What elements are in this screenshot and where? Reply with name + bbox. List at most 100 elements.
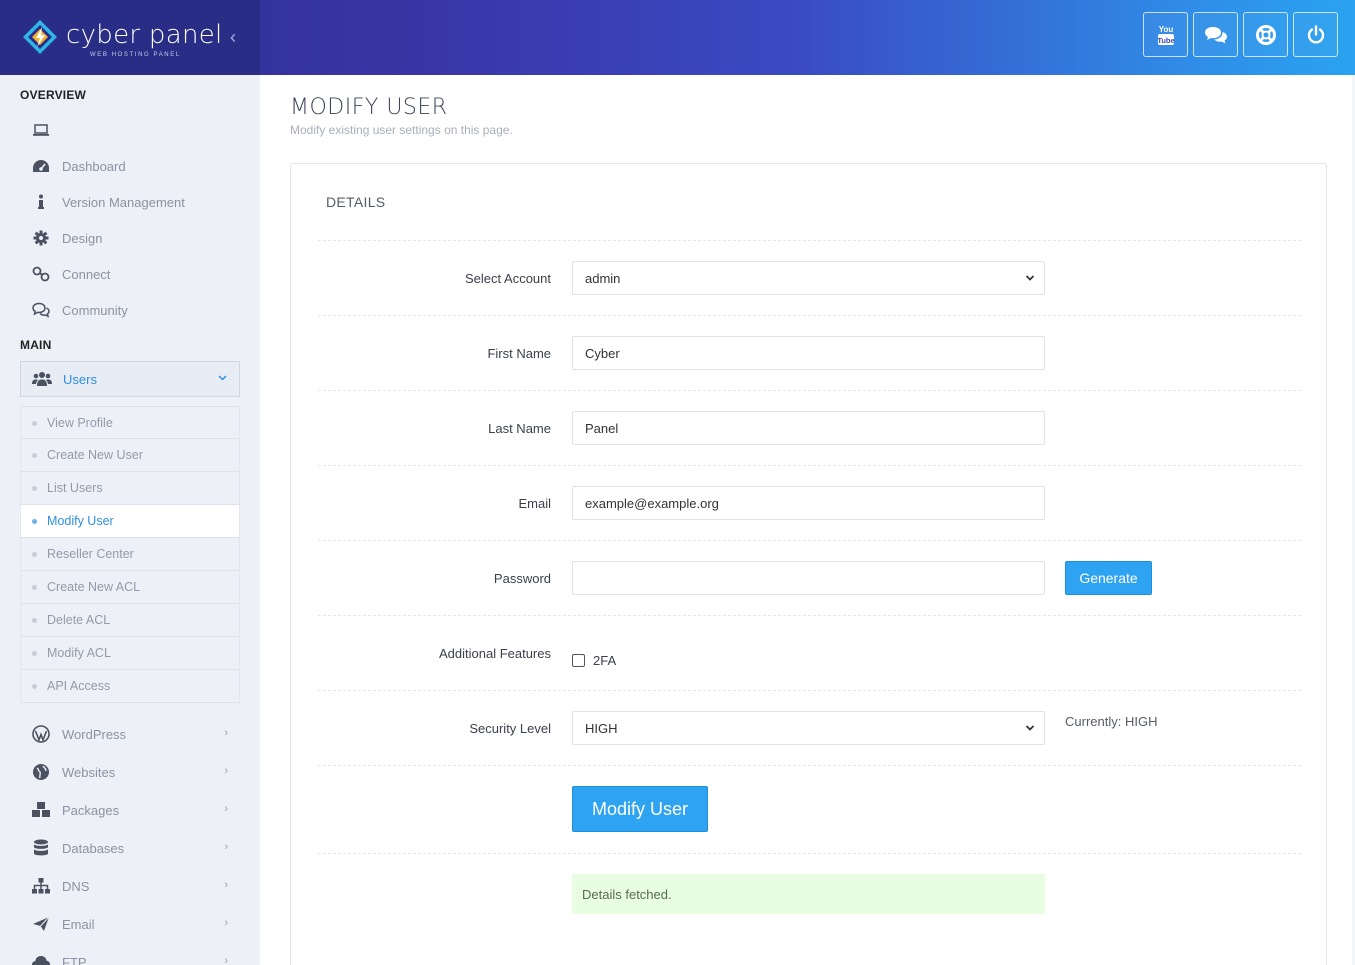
email-value: example@example.org <box>585 495 719 511</box>
email-input[interactable]: example@example.org <box>572 486 1045 520</box>
page-description: Modify existing user settings on this pa… <box>290 123 513 137</box>
current-security-level: Currently: HIGH <box>1065 714 1158 729</box>
chat-icon <box>1204 26 1227 43</box>
sidebar-item-connect[interactable]: Connect <box>20 256 240 292</box>
sidebar-item-packages[interactable]: Packages › <box>20 792 240 828</box>
submenu-item-list-users[interactable]: List Users <box>20 472 240 505</box>
sidebar-item-dashboard[interactable]: Dashboard <box>20 148 240 184</box>
submenu-item-modify-acl[interactable]: Modify ACL <box>20 637 240 670</box>
select-account-value: admin <box>585 270 621 286</box>
sidebar-item-label: Version Management <box>62 194 185 210</box>
globe-icon <box>20 763 62 781</box>
chevron-down-icon <box>218 372 227 384</box>
chat-button[interactable] <box>1193 12 1238 57</box>
divider <box>318 540 1301 541</box>
submenu-item-create-new-acl[interactable]: Create New ACL <box>20 571 240 604</box>
divider <box>318 315 1301 316</box>
twofa-checkbox[interactable] <box>572 654 585 667</box>
twofa-option[interactable]: 2FA <box>572 653 616 668</box>
sitemap-icon <box>20 878 62 894</box>
first-name-input[interactable]: Cyber <box>572 336 1045 370</box>
dashboard-icon <box>20 158 62 174</box>
sidebar-item-label: Community <box>62 302 128 318</box>
sidebar-item-databases[interactable]: Databases › <box>20 830 240 866</box>
sidebar-item-label: Email <box>62 916 95 932</box>
sidebar-item-design[interactable]: Design <box>20 220 240 256</box>
svg-text:You: You <box>1158 25 1173 34</box>
sidebar-item-label: Databases <box>62 840 125 856</box>
brand-tagline: WEB HOSTING PANEL <box>90 52 181 58</box>
sidebar-item-label: DNS <box>62 878 90 894</box>
gear-icon <box>20 230 62 246</box>
logo-area: cyber panel WEB HOSTING PANEL ‹ <box>0 0 260 75</box>
divider <box>318 765 1301 766</box>
sidebar-item-wordpress[interactable]: WordPress › <box>20 716 240 752</box>
divider <box>318 690 1301 691</box>
last-name-input[interactable]: Panel <box>572 411 1045 445</box>
status-message: Details fetched. <box>572 874 1045 914</box>
select-account-dropdown[interactable]: admin <box>572 261 1045 295</box>
generate-password-button[interactable]: Generate <box>1065 561 1152 595</box>
twofa-label: 2FA <box>593 653 617 668</box>
sidebar-item-version-management[interactable]: Version Management <box>20 184 240 220</box>
chevron-right-icon: › <box>224 955 228 965</box>
sidebar-item-ftp[interactable]: FTP › <box>20 944 240 965</box>
logout-button[interactable] <box>1293 12 1338 57</box>
chevron-right-icon: › <box>224 765 228 777</box>
brand-name: cyber panel <box>66 20 223 50</box>
security-level-dropdown[interactable]: HIGH <box>572 711 1045 745</box>
chat-icon <box>20 302 62 318</box>
divider <box>318 465 1301 466</box>
sidebar-item-home[interactable] <box>20 112 240 148</box>
sidebar-item-websites[interactable]: Websites › <box>20 754 240 790</box>
chevron-down-icon <box>1025 275 1035 281</box>
security-level-label: Security Level <box>469 721 551 736</box>
sidebar-item-email[interactable]: Email › <box>20 906 240 942</box>
sidebar-collapse-button[interactable]: ‹ <box>230 27 236 48</box>
youtube-button[interactable]: You Tube <box>1143 12 1188 57</box>
overview-section-title: OVERVIEW <box>20 88 87 102</box>
details-panel: DETAILS Select Account admin First Name … <box>290 163 1327 965</box>
submenu-item-view-profile[interactable]: View Profile <box>20 406 240 439</box>
top-bar: cyber panel WEB HOSTING PANEL ‹ You Tube <box>0 0 1355 75</box>
first-name-label: First Name <box>487 346 551 361</box>
users-submenu: View Profile Create New User List Users … <box>20 406 240 703</box>
svg-text:Tube: Tube <box>1157 36 1174 45</box>
link-icon <box>20 266 62 282</box>
support-button[interactable] <box>1243 12 1288 57</box>
chevron-right-icon: › <box>224 917 228 929</box>
sidebar-item-community[interactable]: Community <box>20 292 240 328</box>
password-input[interactable] <box>572 561 1045 595</box>
main-section-title: MAIN <box>20 338 52 352</box>
sidebar-item-label: Packages <box>62 802 120 818</box>
modify-user-button[interactable]: Modify User <box>572 786 708 832</box>
sidebar-item-label: Users <box>63 371 97 387</box>
power-icon <box>1307 24 1324 43</box>
email-label: Email <box>518 496 551 511</box>
cloud-upload-icon <box>20 954 62 965</box>
divider <box>318 390 1301 391</box>
laptop-icon <box>20 123 62 137</box>
last-name-value: Panel <box>585 420 619 436</box>
chevron-right-icon: › <box>224 879 228 891</box>
divider <box>318 853 1301 854</box>
cyberpanel-logo-icon <box>23 20 57 54</box>
submenu-item-api-access[interactable]: API Access <box>20 670 240 703</box>
lifebuoy-icon <box>1255 24 1276 45</box>
sidebar-item-label: Design <box>62 230 103 246</box>
submenu-item-create-new-user[interactable]: Create New User <box>20 439 240 472</box>
sidebar-item-dns[interactable]: DNS › <box>20 868 240 904</box>
sidebar-item-label: Dashboard <box>62 158 126 174</box>
cubes-icon <box>20 801 62 819</box>
chevron-right-icon: › <box>224 727 228 739</box>
sidebar-item-label: FTP <box>62 954 87 965</box>
submenu-item-modify-user[interactable]: Modify User <box>20 505 240 538</box>
submenu-item-reseller-center[interactable]: Reseller Center <box>20 538 240 571</box>
submenu-item-delete-acl[interactable]: Delete ACL <box>20 604 240 637</box>
chevron-right-icon: › <box>224 803 228 815</box>
page-title: MODIFY USER <box>290 95 448 120</box>
info-icon <box>20 194 62 210</box>
additional-features-label: Additional Features <box>438 646 551 661</box>
sidebar-item-users[interactable]: Users <box>20 361 240 397</box>
paper-plane-icon <box>20 916 62 932</box>
